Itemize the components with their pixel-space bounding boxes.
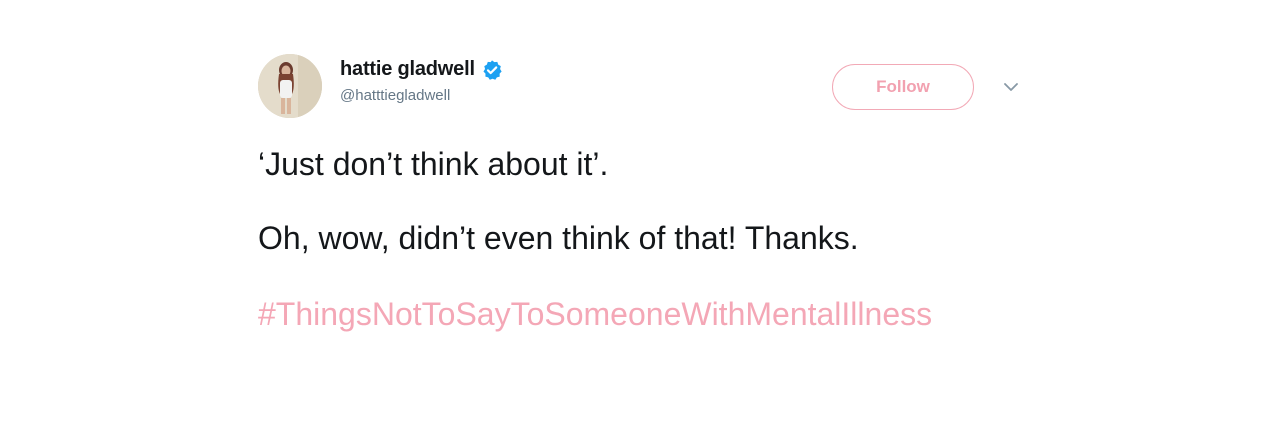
avatar-photo bbox=[258, 54, 322, 118]
avatar[interactable] bbox=[258, 54, 322, 118]
tweet-card: hattie gladwell @hatttiegladwell Follow … bbox=[258, 52, 1028, 334]
display-name[interactable]: hattie gladwell bbox=[340, 58, 475, 81]
verified-badge-icon bbox=[481, 59, 503, 81]
follow-button[interactable]: Follow bbox=[832, 64, 974, 110]
chevron-down-icon[interactable] bbox=[1002, 80, 1020, 94]
tweet-header: hattie gladwell @hatttiegladwell Follow bbox=[258, 52, 1028, 124]
tweet-text-line: Oh, wow, didn’t even think of that! Than… bbox=[258, 220, 859, 256]
tweet-text-line: ‘Just don’t think about it’. bbox=[258, 146, 609, 182]
tweet-author: hattie gladwell @hatttiegladwell bbox=[340, 58, 503, 104]
hashtag-link[interactable]: #ThingsNotToSayToSomeoneWithMentalIllnes… bbox=[258, 294, 1018, 334]
user-handle[interactable]: @hatttiegladwell bbox=[340, 87, 503, 104]
display-name-row: hattie gladwell bbox=[340, 58, 503, 81]
tweet-text: ‘Just don’t think about it’. Oh, wow, di… bbox=[258, 144, 1028, 334]
